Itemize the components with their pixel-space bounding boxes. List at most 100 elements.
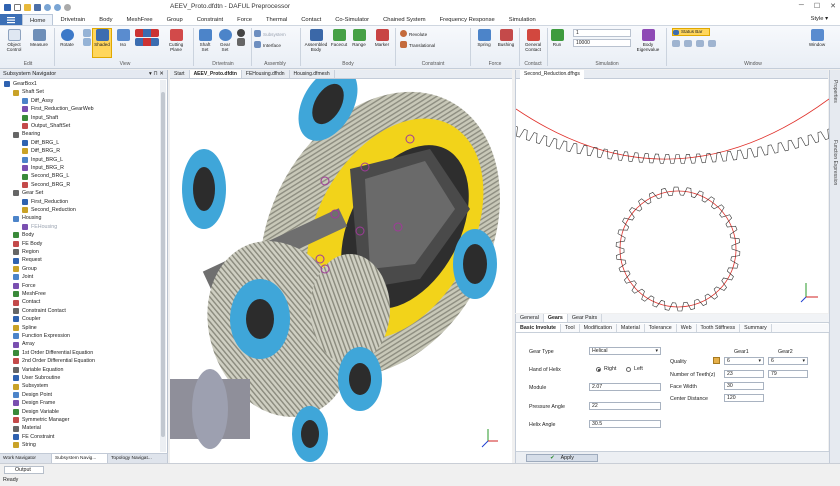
quality-gear1-select[interactable]: 6 [724,357,764,365]
tab-tolerance[interactable]: Tolerance [645,324,677,332]
translational-button[interactable]: Translational [400,41,450,49]
tree-item[interactable]: Input_BRG_L [22,156,63,164]
properties-dock-tab[interactable]: Properties [832,80,838,103]
tab-simulation[interactable]: Simulation [502,14,543,25]
iso-button[interactable]: Iso [114,29,132,47]
tree-item[interactable]: FE Body [13,240,42,248]
steps-input[interactable]: 10000 [573,39,631,47]
tree-item[interactable]: Diff_BRG_R [22,147,60,155]
tab-co-simulator[interactable]: Co-Simulator [328,14,376,25]
open-icon[interactable] [24,3,31,11]
quality-info-icon[interactable] [713,357,720,364]
function-expression-dock-tab[interactable]: Function Expression [832,140,838,185]
tree-item[interactable]: Input_BRG_R [22,164,64,172]
tab-modification[interactable]: Modification [580,324,617,332]
tree-item[interactable]: Contact [13,298,40,306]
tree-item[interactable]: Output_ShaftSet [22,122,70,130]
object-control-button[interactable]: Object Control [4,29,24,52]
hand-left-radio[interactable] [626,367,631,372]
tree-item[interactable]: Joint [13,273,33,281]
hand-right-radio[interactable] [596,367,601,372]
status-bar-toggle[interactable]: Status Bar [672,28,710,36]
tab-aeev-proto[interactable]: AEEV_Proto.dfdtn [189,70,242,78]
tab-work-navigator[interactable]: Work Navigator [0,454,52,463]
window-toggles[interactable] [672,40,772,48]
body-eigenvalue-button[interactable]: Body Eigenvalue [634,29,662,52]
tree-item[interactable]: Bearing [13,130,40,138]
tab-tooth-stiffness[interactable]: Tooth Stiffness [697,324,741,332]
tree-item[interactable]: Subsystem [13,382,48,390]
tree-item[interactable]: MeshFree [13,290,46,298]
tree-item[interactable]: Request [13,256,42,264]
interface-button[interactable]: Interface [254,41,294,49]
output-tab[interactable]: Output [4,466,44,474]
window-button[interactable]: Window [806,29,828,47]
tree-item[interactable]: Region [13,248,39,256]
maximize-icon[interactable]: ☐ [814,2,820,10]
helix-angle-input[interactable]: 30.5 [589,420,661,428]
revolute-button[interactable]: Revolute [400,30,444,38]
tree-item[interactable]: Housing [13,214,41,222]
center-distance-input[interactable]: 120 [724,394,764,402]
tree-item[interactable]: Group [13,265,37,273]
subsystem-button[interactable]: Subsystem [254,30,294,38]
tab-drivetrain[interactable]: Drivetrain [53,14,92,25]
quality-gear2-select[interactable]: 6 [768,357,808,365]
pressure-angle-input[interactable]: 22 [589,402,661,410]
panel-pin-close-icon[interactable]: ▾ ⊓ ✕ [149,70,164,79]
tree-item[interactable]: Symmetric Manager [13,416,69,424]
facecut-button[interactable]: Facecut [330,29,348,47]
gear-set-button[interactable]: Gear Set [217,29,233,52]
drivetrain-tools[interactable] [235,29,247,47]
tree-item[interactable]: User Subroutine [13,374,60,382]
tab-gears[interactable]: Gears [543,314,568,322]
tree-item[interactable]: Array [13,340,35,348]
end-time-input[interactable]: 1 [573,29,631,37]
tree-item[interactable]: Force [13,282,36,290]
redo-icon[interactable] [54,3,61,11]
tab-web[interactable]: Web [677,324,697,332]
tab-subsystem-navigator[interactable]: Subsystem Navig... [52,454,108,463]
module-input[interactable]: 2.07 [589,383,661,391]
undo-icon[interactable] [44,3,51,11]
teeth-gear1-input[interactable]: 23 [724,370,764,378]
tree-item[interactable]: Variable Equation [13,366,63,374]
tab-force[interactable]: Force [230,14,259,25]
run-button[interactable]: Run [550,29,564,47]
tree-item[interactable]: 2nd Order Differential Equation [13,357,95,365]
tab-frequency-response[interactable]: Frequency Response [433,14,502,25]
tree-item[interactable]: String [13,441,36,449]
tree-item[interactable]: Gear Set [13,189,43,197]
tab-topology-navigator[interactable]: Topology Navigat... [108,454,168,463]
spring-button[interactable]: Spring [474,29,494,47]
bushing-button[interactable]: Bushing [495,29,517,47]
tree-item[interactable]: 1st Order Differential Equation [13,349,93,357]
tab-home[interactable]: Home [22,14,54,25]
tree-item[interactable]: Input_Shaft [22,114,58,122]
scrollbar-thumb[interactable] [161,92,165,437]
view-orient-buttons[interactable] [134,29,160,47]
minimize-icon[interactable]: ─ [799,2,804,10]
shaft-set-button[interactable]: Shaft Set [196,29,214,52]
settings-icon[interactable] [64,3,71,11]
tree-item[interactable]: Second_BRG_L [22,172,69,180]
tree-item[interactable]: Design Frame [13,399,55,407]
navigator-scrollbar[interactable] [160,80,166,452]
tab-second-reduction[interactable]: Second_Reduction.dfhgs [520,70,584,79]
tree-item[interactable]: Shaft Set [13,88,44,96]
tree-item[interactable]: Spline [13,324,37,332]
apply-button[interactable]: ✔ Apply [526,454,598,462]
close-icon[interactable]: ✕ [830,2,836,10]
face-width-input[interactable]: 30 [724,382,764,390]
rotate-button[interactable]: Rotate [57,29,77,47]
gear-profile-view[interactable]: Second_Reduction.dfhgs [395,64,840,313]
cutting-plane-button[interactable]: Cutting Plane [164,29,188,52]
tree-item[interactable]: First_Reduction [22,198,68,206]
tree-item[interactable]: Constraint Contact [13,307,66,315]
tree-item[interactable]: Body [13,231,34,239]
marker-button[interactable]: Marker [372,29,392,47]
measure-button[interactable]: Measure [28,29,50,47]
range-button[interactable]: Range [350,29,368,47]
tab-basic-involute[interactable]: Basic Involute [516,324,561,332]
tab-general[interactable]: General [516,314,544,322]
